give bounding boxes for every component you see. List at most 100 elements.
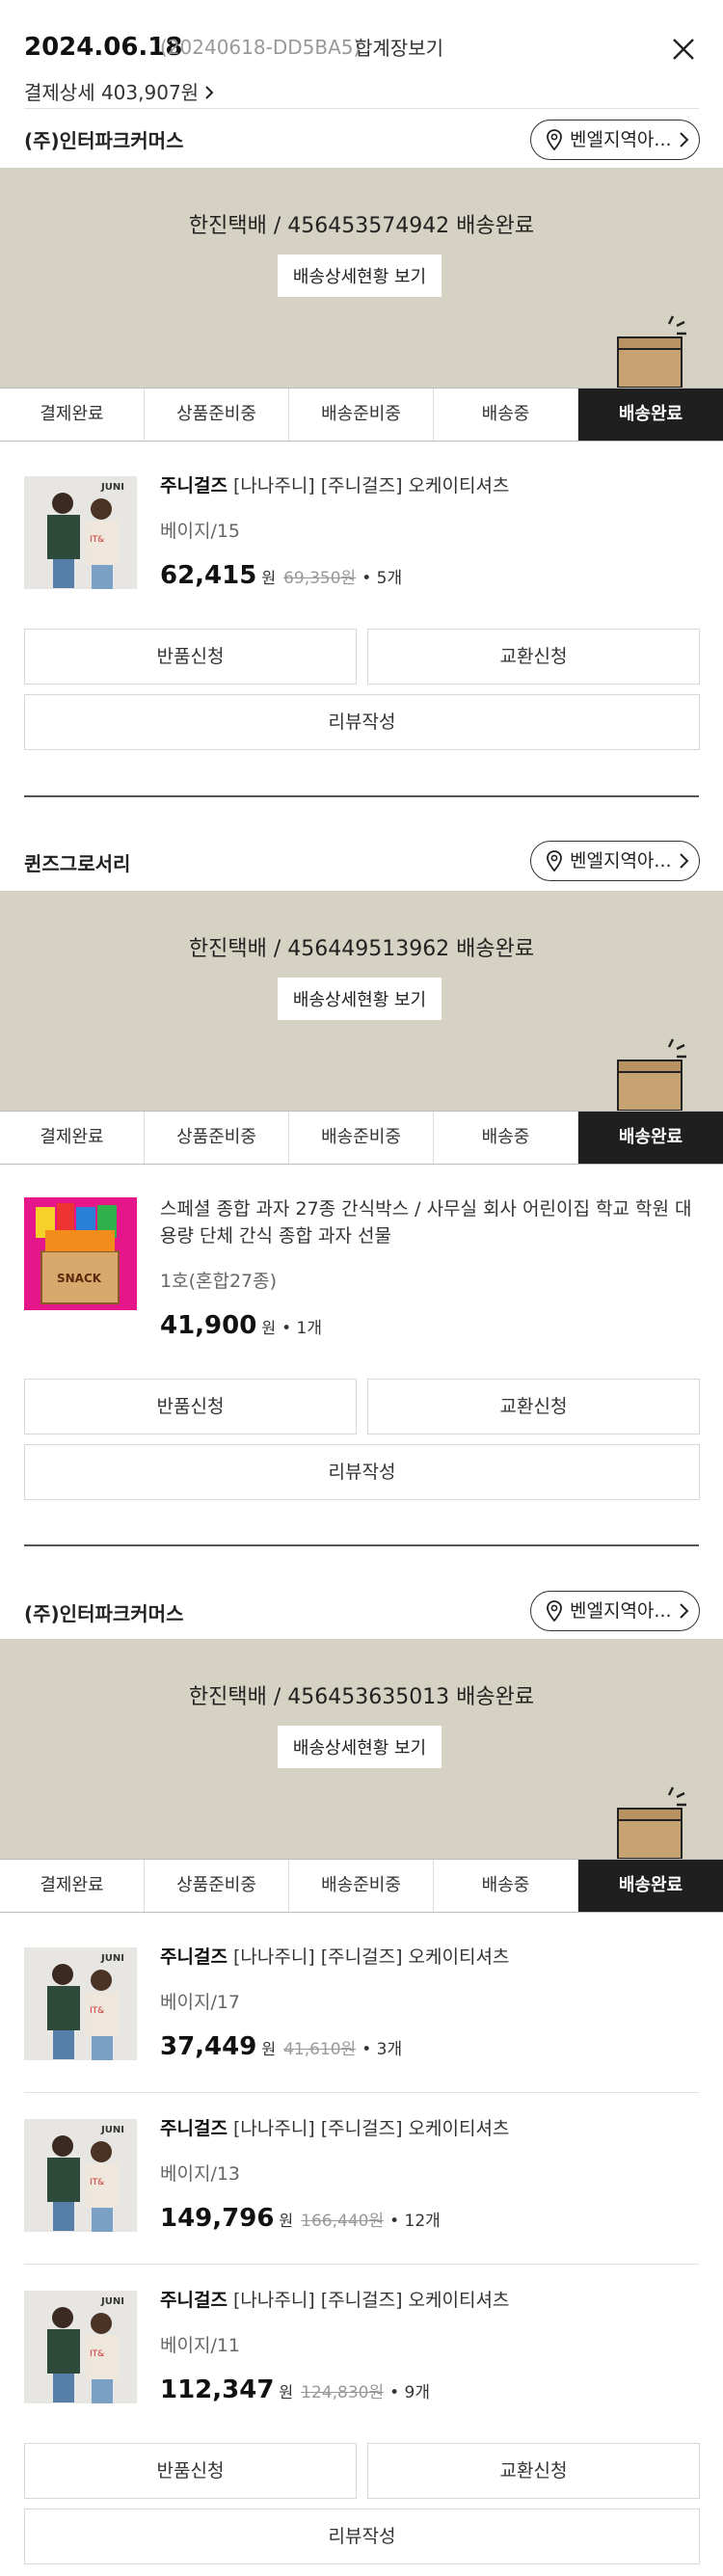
product-option: 1호(혼합27종) [160, 1271, 278, 1292]
region-button[interactable]: 벤엘지역아... [530, 1591, 700, 1631]
quantity: • 9개 [389, 2383, 430, 2402]
write-review-button[interactable]: 리뷰작성 [24, 2509, 700, 2564]
order-code: (20240618-DD5BA5) [160, 36, 362, 59]
product-name[interactable]: 주니걸즈 [나나주니] [주니걸즈] 오케이티셔츠 [160, 1944, 700, 1971]
delivery-banner: 한진택배 / 456449513962 배송완료 배송상세현황 보기 [0, 891, 723, 1111]
seller-name: 퀸즈그로서리 [24, 852, 131, 875]
product-option: 베이지/13 [160, 2163, 241, 2185]
write-review-button[interactable]: 리뷰작성 [24, 1444, 700, 1500]
payment-detail-text: 결제상세 403,907원 [24, 81, 200, 104]
product-title: [나나주니] [주니걸즈] 오케이티셔츠 [227, 1946, 510, 1968]
section-divider [24, 1544, 699, 1546]
product-name[interactable]: 주니걸즈 [나나주니] [주니걸즈] 오케이티셔츠 [160, 472, 700, 499]
item-divider [24, 2264, 699, 2265]
product-option: 베이지/17 [160, 1992, 241, 2013]
product-thumbnail[interactable]: JUNI IT& [24, 2119, 137, 2232]
product-brand: 주니걸즈 [160, 475, 228, 496]
seller-name: (주)인터파크커머스 [24, 129, 184, 152]
package-box-icon [617, 1786, 686, 1859]
item-divider [24, 2092, 699, 2093]
product-option: 베이지/11 [160, 2335, 241, 2356]
product-price-line: 112,347 원 124,830원 • 9개 [160, 2375, 430, 2404]
return-request-button[interactable]: 반품신청 [24, 2443, 357, 2499]
currency-unit: 원 [279, 2383, 294, 2402]
product-brand: 주니걸즈 [160, 1946, 228, 1968]
tracking-info: 한진택배 / 456453574942 배송완료 [188, 214, 535, 238]
location-pin-icon [547, 129, 562, 150]
step-paid: 결제완료 [0, 1860, 145, 1912]
delivery-steps: 결제완료 상품준비중 배송준비중 배송중 배송완료 [0, 1859, 723, 1913]
delivery-detail-button[interactable]: 배송상세현황 보기 [278, 978, 442, 1020]
order-header: 2024.06.18 (20240618-DD5BA5) 합계장보기 결제상세 … [0, 0, 723, 108]
svg-text:JUNI: JUNI [100, 1953, 124, 1964]
svg-text:SNACK: SNACK [57, 1272, 102, 1285]
delivery-detail-button[interactable]: 배송상세현황 보기 [278, 1726, 442, 1768]
currency-unit: 원 [279, 2212, 294, 2230]
delivery-detail-button[interactable]: 배송상세현황 보기 [278, 255, 442, 297]
product-price-line: 62,415 원 69,350원 • 5개 [160, 561, 402, 590]
section-divider [24, 795, 699, 797]
step-paid: 결제완료 [0, 1112, 145, 1164]
return-request-button[interactable]: 반품신청 [24, 1379, 357, 1435]
step-preparing-product: 상품준비중 [145, 1860, 289, 1912]
quantity: • 12개 [389, 2212, 441, 2231]
currency-unit: 원 [261, 569, 277, 587]
view-cart-link[interactable]: 합계장보기 [355, 33, 443, 61]
currency-unit: 원 [261, 1319, 277, 1337]
location-pin-icon [547, 1600, 562, 1622]
package-box-icon [617, 1038, 686, 1111]
product-thumbnail[interactable]: SNACK [24, 1197, 137, 1310]
product-name[interactable]: 스페셜 종합 과자 27종 간식박스 / 사무실 회사 어린이집 학교 학원 대… [160, 1195, 700, 1249]
region-button[interactable]: 벤엘지역아... [530, 120, 700, 160]
product-name[interactable]: 주니걸즈 [나나주니] [주니걸즈] 오케이티셔츠 [160, 2287, 700, 2314]
divider [24, 108, 699, 109]
step-delivered: 배송완료 [578, 389, 723, 441]
step-shipping: 배송중 [434, 1860, 578, 1912]
product-thumbnail[interactable]: JUNI IT& [24, 476, 137, 589]
product-price-line: 149,796 원 166,440원 • 12개 [160, 2204, 441, 2233]
original-price: 124,830원 [301, 2383, 385, 2402]
product-brand: 주니걸즈 [160, 2118, 228, 2139]
step-delivered: 배송완료 [578, 1112, 723, 1164]
close-icon[interactable] [669, 35, 698, 64]
delivery-steps: 결제완료 상품준비중 배송준비중 배송중 배송완료 [0, 1111, 723, 1165]
chevron-right-icon [680, 853, 689, 869]
svg-text:IT&: IT& [90, 2006, 104, 2016]
order-date: 2024.06.18 [24, 33, 183, 62]
chevron-right-icon [680, 1603, 689, 1619]
region-label: 벤엘지역아... [570, 850, 672, 872]
exchange-request-button[interactable]: 교환신청 [367, 1379, 700, 1435]
exchange-request-button[interactable]: 교환신청 [367, 629, 700, 684]
delivery-steps: 결제완료 상품준비중 배송준비중 배송중 배송완료 [0, 388, 723, 442]
step-shipping: 배송중 [434, 1112, 578, 1164]
location-pin-icon [547, 850, 562, 872]
chevron-right-icon [680, 132, 689, 148]
product-price-line: 37,449 원 41,610원 • 3개 [160, 2032, 402, 2061]
return-request-button[interactable]: 반품신청 [24, 629, 357, 684]
seller-name: (주)인터파크커머스 [24, 1602, 184, 1625]
delivery-banner: 한진택배 / 456453635013 배송완료 배송상세현황 보기 [0, 1639, 723, 1859]
region-label: 벤엘지역아... [570, 129, 672, 150]
svg-text:IT&: IT& [90, 535, 104, 545]
product-thumbnail[interactable]: JUNI IT& [24, 1947, 137, 2060]
product-thumbnail[interactable]: JUNI IT& [24, 2291, 137, 2403]
product-title: [나나주니] [주니걸즈] 오케이티셔츠 [227, 2290, 510, 2311]
quantity: • 1개 [281, 1319, 322, 1338]
region-label: 벤엘지역아... [570, 1600, 672, 1622]
sale-price: 112,347 [160, 2375, 275, 2404]
payment-detail-link[interactable]: 결제상세 403,907원 [24, 77, 214, 105]
svg-text:JUNI: JUNI [100, 2125, 124, 2135]
svg-text:JUNI: JUNI [100, 482, 124, 493]
original-price: 69,350원 [283, 569, 357, 588]
step-preparing-shipment: 배송준비중 [289, 389, 434, 441]
exchange-request-button[interactable]: 교환신청 [367, 2443, 700, 2499]
quantity: • 5개 [362, 569, 403, 588]
write-review-button[interactable]: 리뷰작성 [24, 694, 700, 750]
svg-text:IT&: IT& [90, 2178, 104, 2187]
tracking-info: 한진택배 / 456453635013 배송완료 [188, 1685, 535, 1709]
region-button[interactable]: 벤엘지역아... [530, 841, 700, 881]
svg-text:IT&: IT& [90, 2349, 104, 2359]
original-price: 41,610원 [283, 2040, 357, 2059]
product-name[interactable]: 주니걸즈 [나나주니] [주니걸즈] 오케이티셔츠 [160, 2115, 700, 2142]
product-title: [나나주니] [주니걸즈] 오케이티셔츠 [227, 2118, 510, 2139]
